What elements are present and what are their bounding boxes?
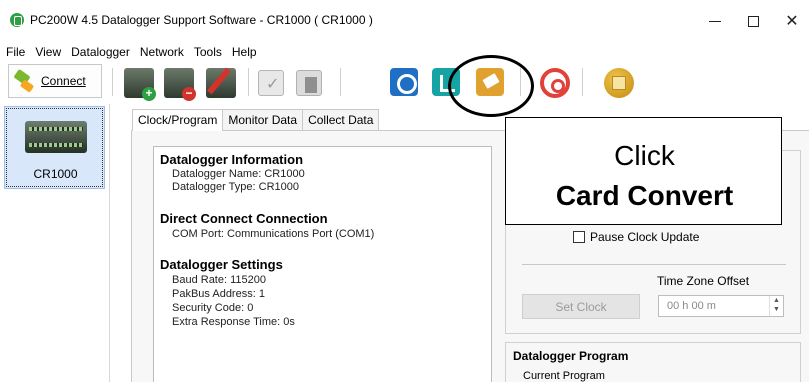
callout-line2: Card Convert bbox=[555, 180, 734, 211]
toolbar-separator bbox=[112, 68, 113, 96]
section-title: Direct Connect Connection bbox=[160, 211, 328, 226]
toolbar-separator bbox=[340, 68, 341, 96]
info-panel: Datalogger Information Datalogger Name: … bbox=[153, 146, 492, 382]
maximize-button[interactable] bbox=[733, 8, 773, 34]
spinner-icon[interactable]: ▲ ▼ bbox=[769, 296, 783, 316]
menu-bar: File View Datalogger Network Tools Help bbox=[0, 42, 809, 62]
add-datalogger-icon[interactable]: + bbox=[124, 68, 156, 101]
device-label: CR1000 bbox=[33, 167, 78, 181]
copy-icon[interactable] bbox=[296, 70, 322, 96]
tab-collect-data[interactable]: Collect Data bbox=[302, 109, 380, 130]
info-line: Datalogger Name: CR1000 bbox=[172, 168, 305, 180]
connect-plug-icon bbox=[13, 70, 35, 92]
menu-file[interactable]: File bbox=[6, 45, 25, 59]
menu-view[interactable]: View bbox=[35, 45, 61, 59]
datalogger-icon bbox=[25, 121, 87, 153]
info-line: Baud Rate: 115200 bbox=[172, 274, 266, 286]
network-icon[interactable] bbox=[390, 68, 418, 96]
tab-clock-program[interactable]: Clock/Program bbox=[132, 109, 224, 131]
window-title: PC200W 4.5 Datalogger Support Software -… bbox=[30, 13, 373, 27]
info-line: Security Code: 0 bbox=[172, 302, 254, 314]
device-tile-cr1000[interactable]: CR1000 bbox=[4, 106, 105, 189]
info-line: PakBus Address: 1 bbox=[172, 288, 265, 300]
toolbar-separator bbox=[248, 68, 249, 96]
highlight-circle bbox=[448, 55, 534, 117]
connect-label: Connect bbox=[41, 74, 86, 88]
checkbox[interactable] bbox=[573, 231, 585, 243]
cube-icon[interactable] bbox=[604, 68, 634, 98]
menu-network[interactable]: Network bbox=[140, 45, 184, 59]
time-zone-value: 00 h 00 m bbox=[667, 300, 716, 312]
connect-button[interactable]: Connect bbox=[8, 64, 102, 98]
program-group-title: Datalogger Program bbox=[513, 349, 629, 363]
tab-strip: Clock/Program Monitor Data Collect Data bbox=[132, 109, 380, 131]
menu-help[interactable]: Help bbox=[232, 45, 257, 59]
device-list: CR1000 bbox=[0, 104, 110, 382]
app-icon bbox=[10, 13, 24, 27]
info-line: COM Port: Communications Port (COM1) bbox=[172, 228, 375, 240]
close-button[interactable]: ✕ bbox=[772, 8, 809, 34]
tab-monitor-data[interactable]: Monitor Data bbox=[222, 109, 304, 130]
menu-tools[interactable]: Tools bbox=[194, 45, 222, 59]
minimize-icon bbox=[709, 20, 721, 22]
info-line: Extra Response Time: 0s bbox=[172, 316, 295, 328]
divider bbox=[522, 264, 786, 265]
edit-datalogger-icon[interactable] bbox=[206, 68, 236, 98]
pause-clock-checkbox[interactable]: Pause Clock Update bbox=[573, 230, 699, 244]
set-clock-button[interactable]: Set Clock bbox=[522, 294, 640, 319]
delete-datalogger-icon[interactable]: − bbox=[164, 68, 196, 101]
minimize-button[interactable] bbox=[695, 8, 735, 34]
section-title: Datalogger Information bbox=[160, 152, 304, 167]
time-zone-label: Time Zone Offset bbox=[657, 274, 750, 288]
current-program-label: Current Program bbox=[523, 370, 605, 382]
title-bar: PC200W 4.5 Datalogger Support Software -… bbox=[0, 0, 809, 42]
stop-icon[interactable] bbox=[540, 68, 570, 98]
instruction-callout: Click Card Convert bbox=[505, 117, 782, 225]
toolbar: Connect + − bbox=[0, 62, 809, 104]
toolbar-separator bbox=[582, 68, 583, 96]
menu-datalogger[interactable]: Datalogger bbox=[71, 45, 130, 59]
pause-clock-label: Pause Clock Update bbox=[590, 230, 700, 244]
callout-line1: Click bbox=[614, 140, 675, 171]
check-icon[interactable] bbox=[258, 70, 284, 96]
section-title: Datalogger Settings bbox=[160, 257, 283, 272]
info-line: Datalogger Type: CR1000 bbox=[172, 181, 299, 193]
maximize-icon bbox=[747, 15, 759, 27]
time-zone-input[interactable]: 00 h 00 m ▲ ▼ bbox=[658, 295, 784, 317]
close-icon: ✕ bbox=[785, 13, 799, 30]
